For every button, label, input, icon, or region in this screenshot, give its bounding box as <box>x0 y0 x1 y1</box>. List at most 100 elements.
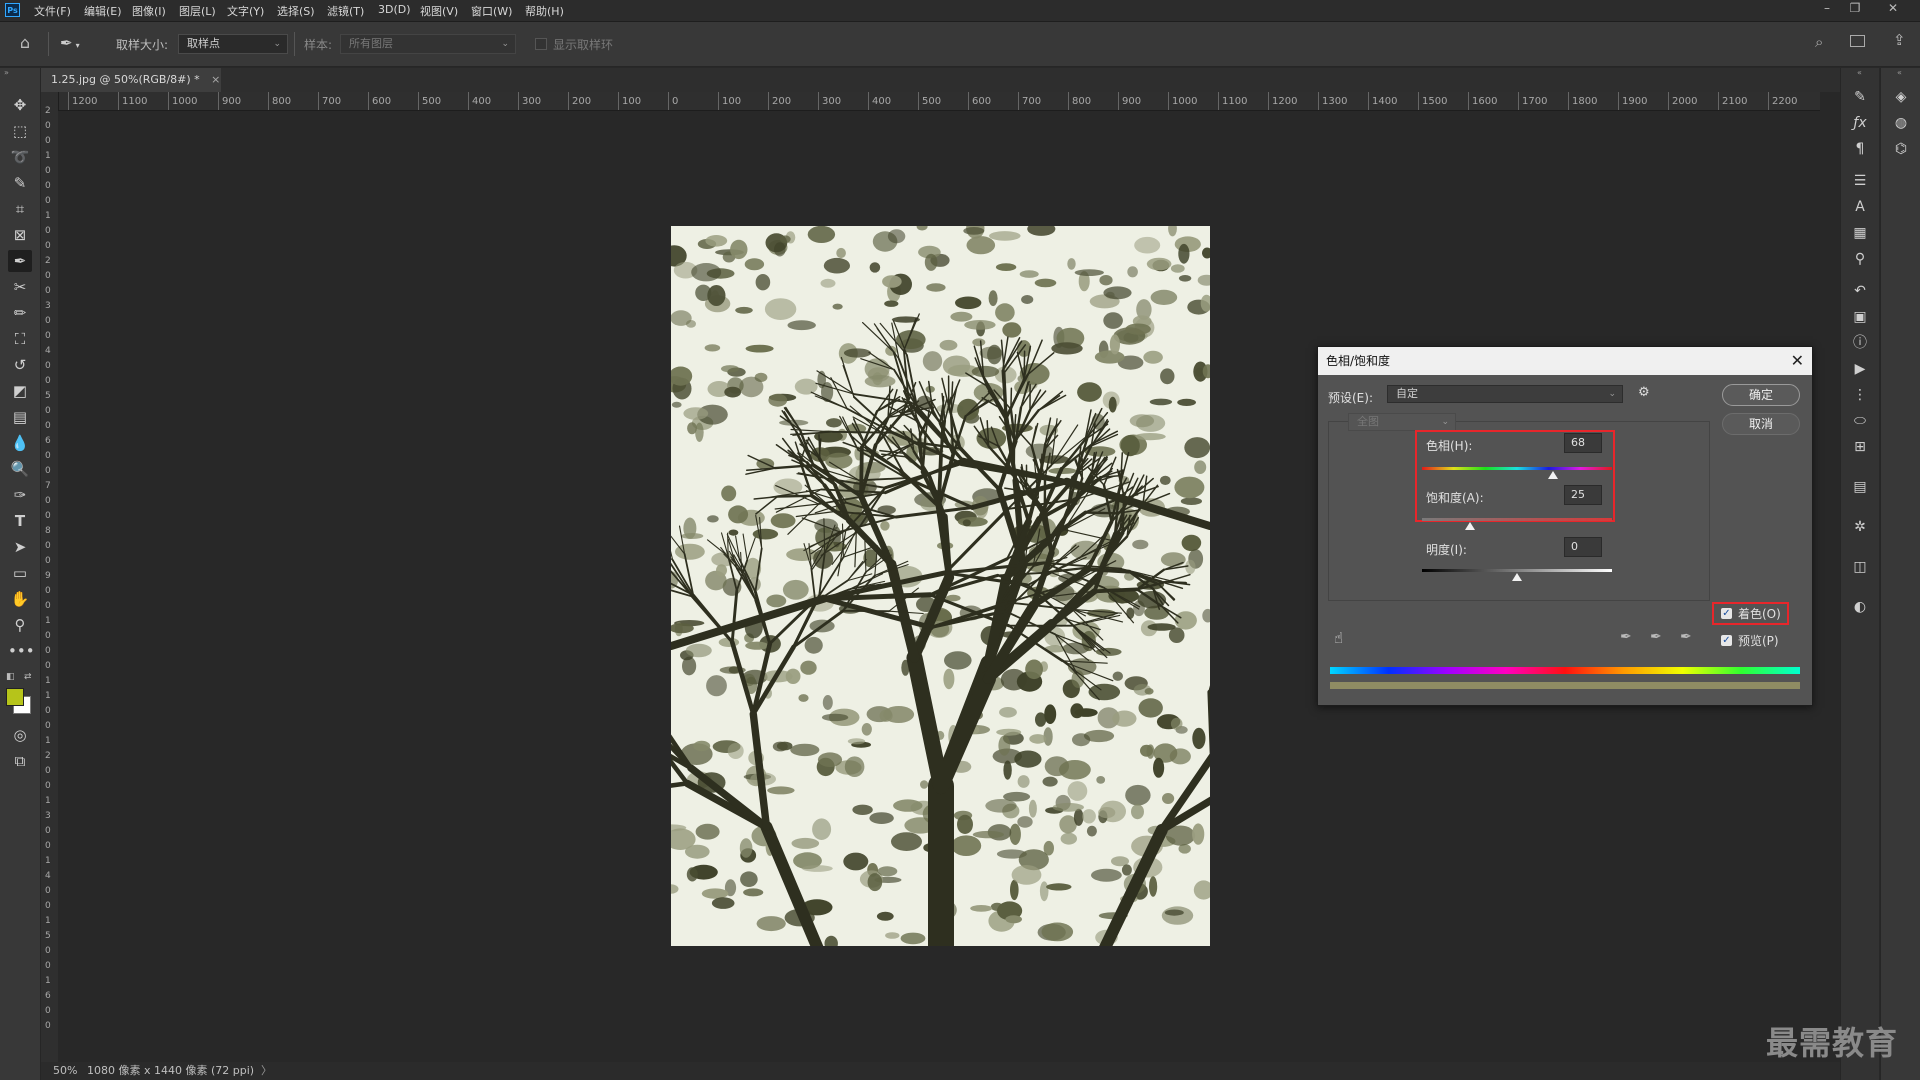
colorize-checkbox[interactable]: ✓ <box>1721 608 1732 619</box>
zoom-tool-icon[interactable]: ⚲ <box>8 614 32 636</box>
eyedropper-add-icon[interactable]: ✒ <box>1650 629 1662 645</box>
3d-icon[interactable]: ⬭ <box>1848 410 1872 432</box>
collapse-icon[interactable]: « <box>1857 68 1862 77</box>
menu-image[interactable]: 图像(I) <box>132 3 166 19</box>
sample-dropdown[interactable]: 所有图层 ⌄ <box>340 34 516 54</box>
actions-play-icon[interactable]: ▶ <box>1848 358 1872 380</box>
lightness-input[interactable]: 0 <box>1564 537 1602 557</box>
eyedropper-tool-icon[interactable]: ✒ <box>8 250 32 272</box>
eyedropper-icon[interactable]: ✒ <box>1620 629 1632 645</box>
preview-checkbox[interactable]: ✓ <box>1721 635 1732 646</box>
paths-icon[interactable]: ⌬ <box>1889 138 1913 160</box>
saturation-slider-thumb[interactable] <box>1464 522 1475 530</box>
history-icon[interactable]: ↶ <box>1848 280 1872 302</box>
navigator-icon[interactable]: ✲ <box>1848 516 1872 538</box>
search-icon[interactable]: ⌕ <box>1815 33 1823 51</box>
minimize-button[interactable]: – <box>1815 1 1839 15</box>
glyphs-icon[interactable]: ▦ <box>1848 222 1872 244</box>
lightness-slider-thumb[interactable] <box>1512 573 1522 581</box>
collapse-icon[interactable]: « <box>1897 68 1902 77</box>
dialog-title-bar[interactable]: 色相/饱和度 ✕ <box>1318 347 1812 375</box>
foreground-color-swatch[interactable] <box>6 688 24 706</box>
collapse-icon[interactable]: » <box>4 68 9 77</box>
clone-source-icon[interactable]: ⚲ <box>1848 248 1872 270</box>
close-window-button[interactable]: ✕ <box>1881 1 1905 15</box>
ok-button[interactable]: 确定 <box>1722 384 1800 406</box>
sample-size-dropdown[interactable]: 取样点 ⌄ <box>178 34 288 54</box>
menu-type[interactable]: 文字(Y) <box>227 3 264 19</box>
info-icon[interactable]: ⓘ <box>1848 332 1872 354</box>
menu-select[interactable]: 选择(S) <box>277 3 315 19</box>
preset-dropdown[interactable]: 自定 ⌄ <box>1387 385 1623 403</box>
paragraph-icon[interactable]: ¶ <box>1848 138 1872 160</box>
timeline-icon[interactable]: ⋮ <box>1848 384 1872 406</box>
default-colors-icon[interactable]: ◧ <box>6 672 15 682</box>
tab-close-icon[interactable]: × <box>211 73 220 86</box>
saturation-slider-track[interactable] <box>1422 518 1612 521</box>
document-image[interactable] <box>671 226 1210 946</box>
menu-filter[interactable]: 滤镜(T) <box>327 3 364 19</box>
workspace-icon[interactable] <box>1850 35 1865 47</box>
move-tool-icon[interactable]: ✥ <box>8 94 32 116</box>
close-icon[interactable]: ✕ <box>1791 347 1804 375</box>
status-menu-arrow[interactable]: 〉 <box>261 1062 272 1080</box>
brush-tool-icon[interactable]: ✏ <box>8 302 32 324</box>
cancel-button[interactable]: 取消 <box>1722 413 1800 435</box>
menu-layer[interactable]: 图层(L) <box>179 3 216 19</box>
healing-tool-icon[interactable]: ✂ <box>8 276 32 298</box>
rectangle-tool-icon[interactable]: ▭ <box>8 562 32 584</box>
history-brush-tool-icon[interactable]: ↺ <box>8 354 32 376</box>
more-tools-icon[interactable]: ••• <box>8 640 35 662</box>
gradient-tool-icon[interactable]: ▤ <box>8 406 32 428</box>
screen-mode-icon[interactable]: ⧉ <box>8 750 32 772</box>
home-icon[interactable]: ⌂ <box>14 33 36 53</box>
fx-styles-icon[interactable]: ƒx <box>1848 112 1872 134</box>
eyedropper-preset-icon[interactable]: ✒ ▾ <box>60 32 90 54</box>
channel-dropdown[interactable]: 全图 ⌄ <box>1348 413 1456 431</box>
lasso-tool-icon[interactable]: ➰ <box>8 146 32 168</box>
eyedropper-subtract-icon[interactable]: ✒ <box>1680 629 1692 645</box>
brush-settings-icon[interactable]: ✎ <box>1848 86 1872 108</box>
dodge-tool-icon[interactable]: 🔍 <box>8 458 32 480</box>
crop-tool-icon[interactable]: ⌗ <box>8 198 32 220</box>
menu-3d[interactable]: 3D(D) <box>378 3 411 16</box>
quick-mask-icon[interactable]: ◎ <box>8 724 32 746</box>
hand-tool-icon[interactable]: ✋ <box>8 588 32 610</box>
restore-button[interactable]: ❐ <box>1843 1 1867 15</box>
notes-icon[interactable]: ▤ <box>1848 476 1872 498</box>
hue-slider-track[interactable] <box>1422 467 1612 470</box>
show-ring-checkbox[interactable] <box>535 38 547 50</box>
type-tool-icon[interactable]: T <box>8 510 32 532</box>
path-select-tool-icon[interactable]: ➤ <box>8 536 32 558</box>
frame-tool-icon[interactable]: ⊠ <box>8 224 32 246</box>
color-wheel-icon[interactable]: ◐ <box>1848 596 1872 618</box>
stamp-tool-icon[interactable]: ⛶ <box>8 328 32 350</box>
pen-tool-icon[interactable]: ✑ <box>8 484 32 506</box>
measurement-icon[interactable]: ⊞ <box>1848 436 1872 458</box>
share-icon[interactable]: ⇪ <box>1893 31 1906 49</box>
channels-icon[interactable]: ◍ <box>1889 112 1913 134</box>
quick-select-tool-icon[interactable]: ✎ <box>8 172 32 194</box>
menu-edit[interactable]: 编辑(E) <box>84 3 122 19</box>
hue-slider-thumb[interactable] <box>1548 471 1559 479</box>
libraries-icon[interactable]: ▣ <box>1848 306 1872 328</box>
zoom-level[interactable]: 50% <box>53 1062 77 1080</box>
menu-help[interactable]: 帮助(H) <box>525 3 564 19</box>
saturation-input[interactable]: 25 <box>1564 485 1602 505</box>
gear-icon[interactable]: ⚙ <box>1638 385 1650 400</box>
hue-input[interactable]: 68 <box>1564 433 1602 453</box>
properties-icon[interactable]: ◫ <box>1848 556 1872 578</box>
menu-file[interactable]: 文件(F) <box>34 3 71 19</box>
blur-tool-icon[interactable]: 💧 <box>8 432 32 454</box>
layers-icon[interactable]: ◈ <box>1889 86 1913 108</box>
eraser-tool-icon[interactable]: ◩ <box>8 380 32 402</box>
swap-colors-icon[interactable]: ⇄ <box>24 672 32 682</box>
adjustments-sliders-icon[interactable]: ☰ <box>1848 170 1872 192</box>
document-tab[interactable]: 1.25.jpg @ 50%(RGB/8#) * × <box>41 68 221 92</box>
marquee-tool-icon[interactable]: ⬚ <box>8 120 32 142</box>
lightness-slider-track[interactable] <box>1422 569 1612 572</box>
targeted-adjust-hand-icon[interactable]: ☝ <box>1334 629 1343 647</box>
menu-view[interactable]: 视图(V) <box>420 3 458 19</box>
character-icon[interactable]: A <box>1848 196 1872 218</box>
menu-window[interactable]: 窗口(W) <box>471 3 512 19</box>
